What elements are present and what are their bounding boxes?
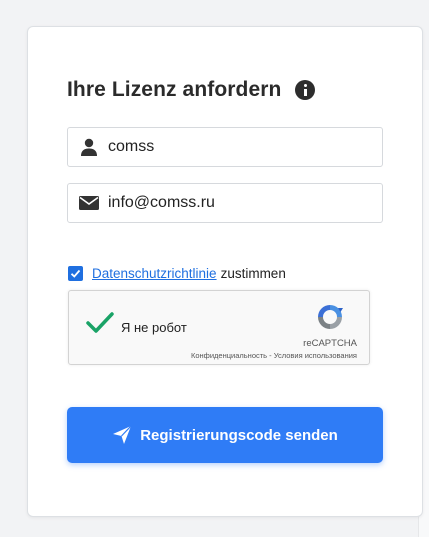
checkmark-icon[interactable] [85,311,115,335]
name-input-value[interactable]: comss [108,138,154,156]
submit-button[interactable]: Registrierungscode senden [67,407,383,463]
privacy-policy-link[interactable]: Datenschutzrichtlinie [92,266,217,281]
recaptcha-separator: - [267,351,274,360]
title-row: Ihre Lizenz anfordern [67,78,316,102]
email-field[interactable]: info@comss.ru [67,183,383,223]
recaptcha-terms-link[interactable]: Условия использования [274,351,357,360]
recaptcha-logo-icon [314,301,346,333]
name-field[interactable]: comss [67,127,383,167]
user-icon [78,136,100,158]
license-request-card: Ihre Lizenz anfordern comss info@comss.r… [27,26,423,517]
email-input-value[interactable]: info@comss.ru [108,194,215,212]
submit-button-label: Registrierungscode senden [140,426,338,444]
recaptcha-privacy-link[interactable]: Конфиденциальность [191,351,267,360]
form-title: Ihre Lizenz anfordern [67,78,282,101]
privacy-consent: Datenschutzrichtlinie zustimmen [68,266,286,281]
envelope-icon [78,192,100,214]
recaptcha-brand: reCAPTCHA [303,338,357,349]
recaptcha-widget[interactable]: Я не робот reCAPTCHA Конфиденциальность … [68,290,370,365]
recaptcha-label: Я не робот [121,320,187,335]
paper-plane-icon [112,425,132,445]
privacy-checkbox[interactable] [68,266,83,281]
info-icon[interactable] [295,80,316,100]
recaptcha-links: Конфиденциальность - Условия использован… [191,351,357,360]
privacy-consent-suffix: zustimmen [220,266,286,281]
